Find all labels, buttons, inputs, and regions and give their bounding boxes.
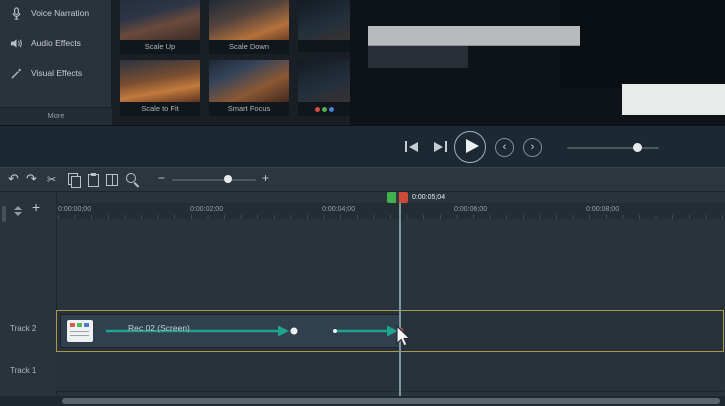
effect-preview-image (298, 60, 350, 102)
preview-video-dark-region (560, 0, 725, 88)
effects-library: Scale Up Scale Down Scale to Fit Smart F… (112, 0, 350, 125)
previous-clip-button[interactable]: ‹ (495, 138, 514, 157)
effects-sidebar: Voice Narration Audio Effects Visual Eff… (0, 0, 112, 123)
zoom-slider-knob[interactable] (224, 175, 232, 183)
effect-thumbnail-smart-focus[interactable]: Smart Focus (209, 60, 289, 113)
effect-thumbnail-scale-to-fit[interactable]: Scale to Fit (120, 60, 200, 113)
playback-bar: ‹ › (0, 125, 725, 167)
effect-label: Scale to Fit (120, 102, 200, 116)
scissors-icon: ✂ (47, 174, 56, 186)
effect-thumbnail-partial[interactable] (298, 0, 350, 52)
undo-icon: ↶ (8, 171, 19, 186)
zoom-button[interactable] (126, 173, 140, 187)
preview-dropdown-region (368, 46, 468, 68)
effect-preview-image (298, 0, 350, 40)
effect-thumbnail-scale-down[interactable]: Scale Down (209, 0, 289, 52)
timeline-ruler[interactable]: 0:00:00;00 0:00:02;00 0:00:04;00 0:00:06… (56, 203, 725, 219)
animation-end-dot[interactable] (291, 328, 298, 335)
effect-preview-image (120, 0, 200, 40)
ruler-tick-label: 0:00:00;00 (58, 206, 91, 213)
triangle-right-icon (434, 142, 443, 152)
sidebar-item-visual-effects[interactable]: Visual Effects (0, 60, 112, 86)
more-button[interactable]: More (0, 107, 112, 123)
next-frame-button[interactable] (431, 140, 449, 153)
effect-preview-image (209, 60, 289, 102)
clip-label: Rec 02 (Screen) (128, 323, 190, 333)
undo-button[interactable]: ↶ (8, 171, 19, 187)
track-2-label: Track 2 (10, 324, 36, 333)
frame-bar (405, 141, 407, 152)
microphone-icon (10, 7, 23, 20)
effect-label: Scale Down (209, 40, 289, 54)
preview-canvas[interactable] (350, 0, 725, 125)
zoom-out-button[interactable]: − (158, 170, 165, 186)
paste-button[interactable] (88, 174, 99, 187)
scrollbar-handle[interactable] (62, 398, 720, 404)
previous-frame-button[interactable] (403, 140, 421, 153)
effect-label: Scale Up (120, 40, 200, 54)
rgb-dots-icon (298, 102, 350, 116)
effect-label: Smart Focus (209, 102, 289, 116)
timeline-scrollbar[interactable] (0, 396, 725, 406)
sidebar-item-label: Visual Effects (31, 68, 82, 78)
chevron-left-icon: ‹ (503, 141, 507, 153)
speaker-icon (10, 37, 23, 50)
playback-slider-knob[interactable] (633, 143, 642, 152)
playhead-line[interactable] (399, 203, 401, 396)
track-1-label: Track 1 (10, 366, 36, 375)
magic-wand-icon (10, 67, 23, 80)
copy-button[interactable] (68, 173, 81, 186)
ruler-tick-label: 0:00:02;00 (190, 206, 223, 213)
zoom-in-button[interactable]: + (262, 170, 269, 186)
triangle-left-icon (409, 142, 418, 152)
plus-icon: + (32, 199, 40, 215)
track-1-row[interactable] (56, 353, 724, 392)
effect-label (298, 40, 350, 45)
split-button[interactable] (106, 174, 118, 186)
animation-start-dot[interactable] (333, 329, 337, 333)
ruler-tick-label: 0:00:04;00 (322, 206, 355, 213)
animation-arrowhead-icon (387, 326, 398, 337)
chevron-up-icon[interactable] (14, 206, 22, 210)
playhead-time-label: 0:00:05;04 (412, 194, 445, 201)
add-track-button[interactable]: + (32, 200, 40, 214)
more-label: More (47, 111, 64, 120)
play-icon (466, 139, 479, 153)
timeline-zoom-slider[interactable] (172, 179, 256, 181)
frame-bar (445, 141, 447, 152)
edit-toolbar: ↶ ↷ ✂ − + (0, 167, 725, 192)
gutter-handle[interactable] (2, 206, 6, 222)
playback-scrub-slider[interactable] (567, 147, 659, 149)
preview-white-panel (622, 84, 725, 115)
timeline-panel: + 0:00:00;00 0:00:02;00 0:00:04;00 0:00:… (0, 192, 725, 406)
playhead-out-handle[interactable] (399, 192, 408, 203)
minus-icon: − (158, 171, 165, 185)
effect-thumbnail-partial[interactable] (298, 60, 350, 113)
playhead-marker[interactable] (387, 192, 408, 203)
effect-preview-image (209, 0, 289, 40)
cut-button[interactable]: ✂ (47, 172, 56, 188)
effect-preview-image (120, 60, 200, 102)
sidebar-item-audio-effects[interactable]: Audio Effects (0, 30, 112, 56)
sidebar-item-voice-narration[interactable]: Voice Narration (0, 0, 112, 26)
sidebar-item-label: Voice Narration (31, 8, 89, 18)
playhead-in-handle[interactable] (387, 192, 396, 203)
chevron-right-icon: › (531, 141, 535, 153)
ruler-tick-label: 0:00:08;00 (586, 206, 619, 213)
redo-button[interactable]: ↷ (26, 171, 37, 187)
sidebar-item-label: Audio Effects (31, 38, 81, 48)
animation-arrowhead-icon (278, 326, 289, 337)
preview-dialog-bar (368, 26, 580, 46)
plus-icon: + (262, 171, 269, 185)
effect-thumbnail-scale-up[interactable]: Scale Up (120, 0, 200, 52)
next-clip-button[interactable]: › (523, 138, 542, 157)
ruler-tick-label: 0:00:06;00 (454, 206, 487, 213)
chevron-down-icon[interactable] (14, 212, 22, 216)
redo-icon: ↷ (26, 171, 37, 186)
play-button[interactable] (454, 131, 486, 163)
